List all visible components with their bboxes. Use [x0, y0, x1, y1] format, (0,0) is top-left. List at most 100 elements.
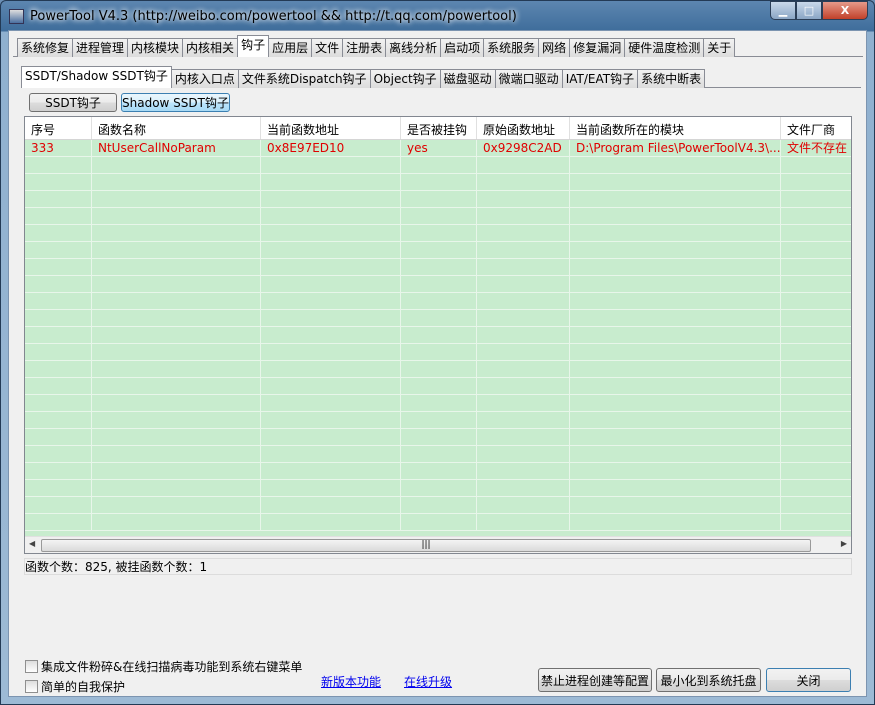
table-cell — [570, 157, 781, 173]
tab-main-14[interactable]: 关于 — [703, 38, 736, 57]
horizontal-scrollbar[interactable]: ◀ ||| ▶ — [25, 536, 851, 553]
table-cell — [92, 429, 261, 445]
minimize-tray-button[interactable]: 最小化到系统托盘 — [656, 668, 761, 692]
tab-main-8[interactable]: 离线分析 — [385, 38, 442, 57]
table-row[interactable]: 333 NtUserCallNoParam 0x8E97ED10 yes 0x9298C… — [25, 140, 851, 157]
tab-main-10[interactable]: 系统服务 — [483, 38, 540, 57]
shadow-ssdt-hooks-button[interactable]: Shadow SSDT钩子 — [121, 93, 230, 112]
table-cell — [401, 361, 477, 377]
table-cell — [477, 395, 570, 411]
column-header[interactable]: 当前函数地址 — [261, 117, 401, 139]
table-cell — [781, 327, 851, 343]
shell-menu-checkbox[interactable]: 集成文件粉碎&在线扫描病毒功能到系统右键菜单 — [25, 658, 302, 675]
table-cell — [25, 174, 92, 190]
table-cell — [781, 463, 851, 479]
table-cell — [570, 174, 781, 190]
ssdt-hooks-button[interactable]: SSDT钩子 — [29, 93, 117, 112]
maximize-button[interactable]: □ — [796, 1, 822, 20]
tab-sub-2[interactable]: 文件系统Dispatch钩子 — [237, 69, 371, 88]
tab-main-5[interactable]: 应用层 — [268, 38, 313, 57]
table-cell — [570, 446, 781, 462]
table-cell — [92, 446, 261, 462]
table-cell — [261, 174, 401, 190]
table-cell — [92, 412, 261, 428]
tab-main-9[interactable]: 启动项 — [440, 38, 485, 57]
table-cell — [570, 361, 781, 377]
config-button[interactable]: 禁止进程创建等配置 — [538, 668, 652, 692]
table-cell — [477, 276, 570, 292]
tab-main-0[interactable]: 系统修复 — [17, 38, 74, 57]
table-cell — [477, 429, 570, 445]
table-row — [25, 293, 851, 310]
tab-main-7[interactable]: 注册表 — [342, 38, 387, 57]
close-button[interactable]: 关闭 — [766, 668, 851, 692]
column-header[interactable]: 序号 — [25, 117, 92, 139]
table-row — [25, 259, 851, 276]
column-header[interactable]: 原始函数地址 — [477, 117, 570, 139]
minimize-button[interactable]: ▁ — [770, 1, 796, 20]
tab-sub-4[interactable]: 磁盘驱动 — [439, 69, 496, 88]
tab-main-3[interactable]: 内核相关 — [182, 38, 239, 57]
table-cell — [477, 242, 570, 258]
table-cell — [92, 395, 261, 411]
table-cell — [261, 514, 401, 530]
table-cell — [261, 429, 401, 445]
column-header[interactable]: 文件厂商 — [781, 117, 851, 139]
new-features-link[interactable]: 新版本功能 — [321, 673, 381, 690]
table-cell — [781, 259, 851, 275]
tab-main-13[interactable]: 硬件温度检测 — [624, 38, 705, 57]
table-row — [25, 327, 851, 344]
table-header: 序号 函数名称 当前函数地址 是否被挂钩 原始函数地址 当前函数所在的模块 文件厂商 — [25, 117, 851, 140]
table-cell — [261, 395, 401, 411]
table-cell — [477, 480, 570, 496]
table-cell — [92, 259, 261, 275]
self-protect-checkbox[interactable]: 简单的自我保护 — [25, 678, 125, 695]
table-cell — [25, 412, 92, 428]
table-cell — [401, 497, 477, 513]
tab-main-2[interactable]: 内核模块 — [127, 38, 184, 57]
table-cell — [92, 174, 261, 190]
table-cell — [92, 463, 261, 479]
table-cell — [781, 497, 851, 513]
table-cell — [570, 395, 781, 411]
column-header[interactable]: 是否被挂钩 — [401, 117, 477, 139]
table-cell — [25, 446, 92, 462]
table-cell — [401, 259, 477, 275]
table-cell — [570, 514, 781, 530]
tab-main-1[interactable]: 进程管理 — [72, 38, 129, 57]
tab-main-12[interactable]: 修复漏洞 — [569, 38, 626, 57]
table-cell — [477, 463, 570, 479]
table-cell — [477, 497, 570, 513]
tab-main-11[interactable]: 网络 — [538, 38, 571, 57]
table-cell — [401, 378, 477, 394]
tab-sub-7[interactable]: 系统中断表 — [637, 69, 706, 88]
tab-main-6[interactable]: 文件 — [311, 38, 344, 57]
tab-sub-6[interactable]: IAT/EAT钩子 — [561, 69, 639, 88]
scrollbar-thumb[interactable]: ||| — [41, 539, 811, 552]
table-cell — [570, 463, 781, 479]
tab-sub-0[interactable]: SSDT/Shadow SSDT钩子 — [21, 66, 172, 88]
tab-sub-3[interactable]: Object钩子 — [369, 69, 441, 88]
table-cell — [781, 361, 851, 377]
table-cell — [477, 446, 570, 462]
table-cell — [261, 310, 401, 326]
tab-main-4[interactable]: 钩子 — [237, 35, 270, 57]
table-cell — [401, 429, 477, 445]
tab-sub-5[interactable]: 微端口驱动 — [494, 69, 563, 88]
table-cell — [25, 514, 92, 530]
table-cell: NtUserCallNoParam — [92, 140, 261, 156]
column-header[interactable]: 函数名称 — [92, 117, 261, 139]
scroll-left-icon[interactable]: ◀ — [29, 539, 35, 548]
table-cell — [570, 412, 781, 428]
column-header[interactable]: 当前函数所在的模块 — [570, 117, 781, 139]
table-cell — [570, 429, 781, 445]
scroll-right-icon[interactable]: ▶ — [841, 539, 847, 548]
checkbox-icon[interactable] — [25, 680, 38, 693]
table-cell — [477, 378, 570, 394]
online-upgrade-link[interactable]: 在线升级 — [404, 673, 452, 690]
table-cell: D:\Program Files\PowerToolV4.3\... — [570, 140, 781, 156]
close-window-button[interactable]: X — [822, 1, 868, 20]
table-cell — [261, 208, 401, 224]
checkbox-icon[interactable] — [25, 660, 38, 673]
tab-sub-1[interactable]: 内核入口点 — [170, 69, 239, 88]
